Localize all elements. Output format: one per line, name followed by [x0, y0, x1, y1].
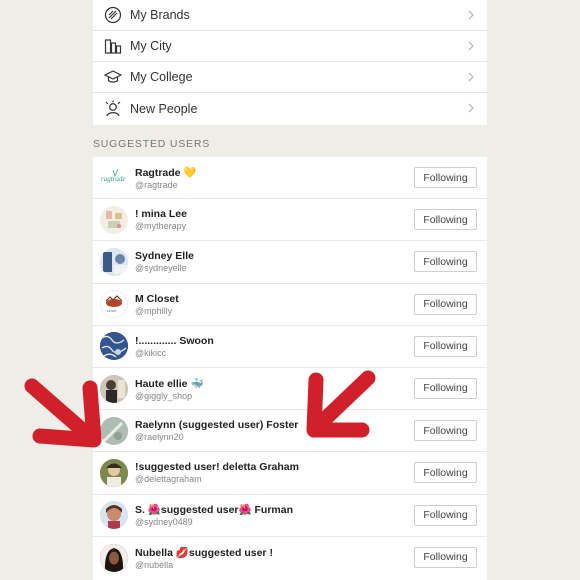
suggested-users-list: ragtrade Ragtrade 💛 @ragtrade Following … [93, 157, 487, 580]
chevron-right-icon [468, 103, 474, 113]
user-row[interactable]: ragtrade Ragtrade 💛 @ragtrade Following [93, 157, 487, 200]
user-handle: @ragtrade [135, 179, 178, 190]
following-button[interactable]: Following [414, 420, 477, 442]
city-buildings-icon [102, 35, 124, 57]
following-button[interactable]: Following [414, 462, 477, 484]
section-title: SUGGESTED USERS [93, 138, 211, 150]
following-button[interactable]: Following [414, 335, 477, 357]
following-button[interactable]: Following [414, 293, 477, 315]
user-row[interactable]: Sydney Elle @sydneyelle Following [93, 241, 487, 284]
avatar[interactable] [100, 543, 128, 572]
red-arrow-left-icon [24, 378, 102, 448]
user-name[interactable]: S. 🌺suggested user🌺 Furman [135, 503, 293, 516]
menu-label: My Brands [130, 8, 190, 22]
user-name[interactable]: M Closet [135, 293, 179, 305]
avatar[interactable] [100, 247, 128, 276]
user-name[interactable]: Raelynn (suggested user) Foster [135, 419, 298, 431]
menu-label: My College [130, 70, 193, 84]
user-row[interactable]: !............. Swoon @kikicc Following [93, 326, 487, 368]
menu-item-my-brands[interactable]: My Brands [93, 0, 487, 31]
user-handle: @mytherapy [135, 221, 187, 232]
following-button[interactable]: Following [414, 504, 477, 526]
user-row[interactable]: Haute ellie 🐳 @giggly_shop Following [93, 368, 487, 411]
user-row[interactable]: !suggested user! deletta Graham @deletta… [93, 452, 487, 495]
chevron-right-icon [468, 10, 474, 20]
user-handle: @sydney0489 [135, 517, 193, 528]
user-handle: @sydneyelle [135, 263, 187, 274]
menu-item-new-people[interactable]: New People [93, 93, 487, 124]
avatar[interactable] [100, 458, 128, 487]
avatar[interactable] [100, 501, 128, 530]
svg-text:ragtrade: ragtrade [101, 175, 126, 183]
following-button[interactable]: Following [414, 209, 477, 231]
menu-label: My City [130, 39, 172, 53]
user-name[interactable]: ! mina Lee [135, 208, 187, 220]
user-row[interactable]: S. 🌺suggested user🌺 Furman @sydney0489 F… [93, 495, 487, 537]
avatar[interactable] [100, 205, 128, 234]
avatar[interactable]: closet [100, 290, 128, 319]
user-row[interactable]: Nubella 💋suggested user ! @nubella Follo… [93, 537, 487, 579]
graduation-cap-icon [102, 66, 124, 88]
following-button[interactable]: Following [414, 377, 477, 399]
chevron-right-icon [468, 41, 474, 51]
user-handle: @nubella [135, 559, 174, 570]
user-name[interactable]: !suggested user! deletta Graham [135, 461, 299, 473]
user-handle: @kikicc [135, 347, 167, 358]
menu-item-my-city[interactable]: My City [93, 31, 487, 62]
following-button[interactable]: Following [414, 167, 477, 188]
red-arrow-right-icon [306, 370, 376, 438]
user-name[interactable]: Haute ellie 🐳 [135, 377, 204, 390]
user-row[interactable]: closet M Closet @mphilly Following [93, 284, 487, 326]
user-handle: @delettagraham [135, 474, 202, 485]
discover-menu: My Brands My City My College New People [93, 0, 487, 125]
user-name[interactable]: Sydney Elle [135, 250, 194, 262]
following-button[interactable]: Following [414, 251, 477, 273]
user-name[interactable]: Nubella 💋suggested user ! [135, 546, 273, 559]
avatar[interactable] [100, 332, 128, 361]
chevron-right-icon [468, 72, 474, 82]
menu-item-my-college[interactable]: My College [93, 62, 487, 93]
user-handle: @mphilly [135, 305, 173, 316]
new-person-icon [102, 98, 124, 120]
user-handle: @raelynn20 [135, 432, 184, 443]
user-name[interactable]: !............. Swoon [135, 335, 214, 347]
user-name[interactable]: Ragtrade 💛 [135, 166, 197, 179]
menu-label: New People [130, 101, 198, 116]
avatar[interactable]: ragtrade [100, 163, 128, 192]
svg-text:closet: closet [107, 309, 116, 313]
user-row[interactable]: Raelynn (suggested user) Foster @raelynn… [93, 410, 487, 453]
user-row[interactable]: ! mina Lee @mytherapy Following [93, 199, 487, 242]
brand-tag-icon [102, 4, 124, 26]
user-handle: @giggly_shop [135, 390, 193, 401]
following-button[interactable]: Following [414, 546, 477, 568]
